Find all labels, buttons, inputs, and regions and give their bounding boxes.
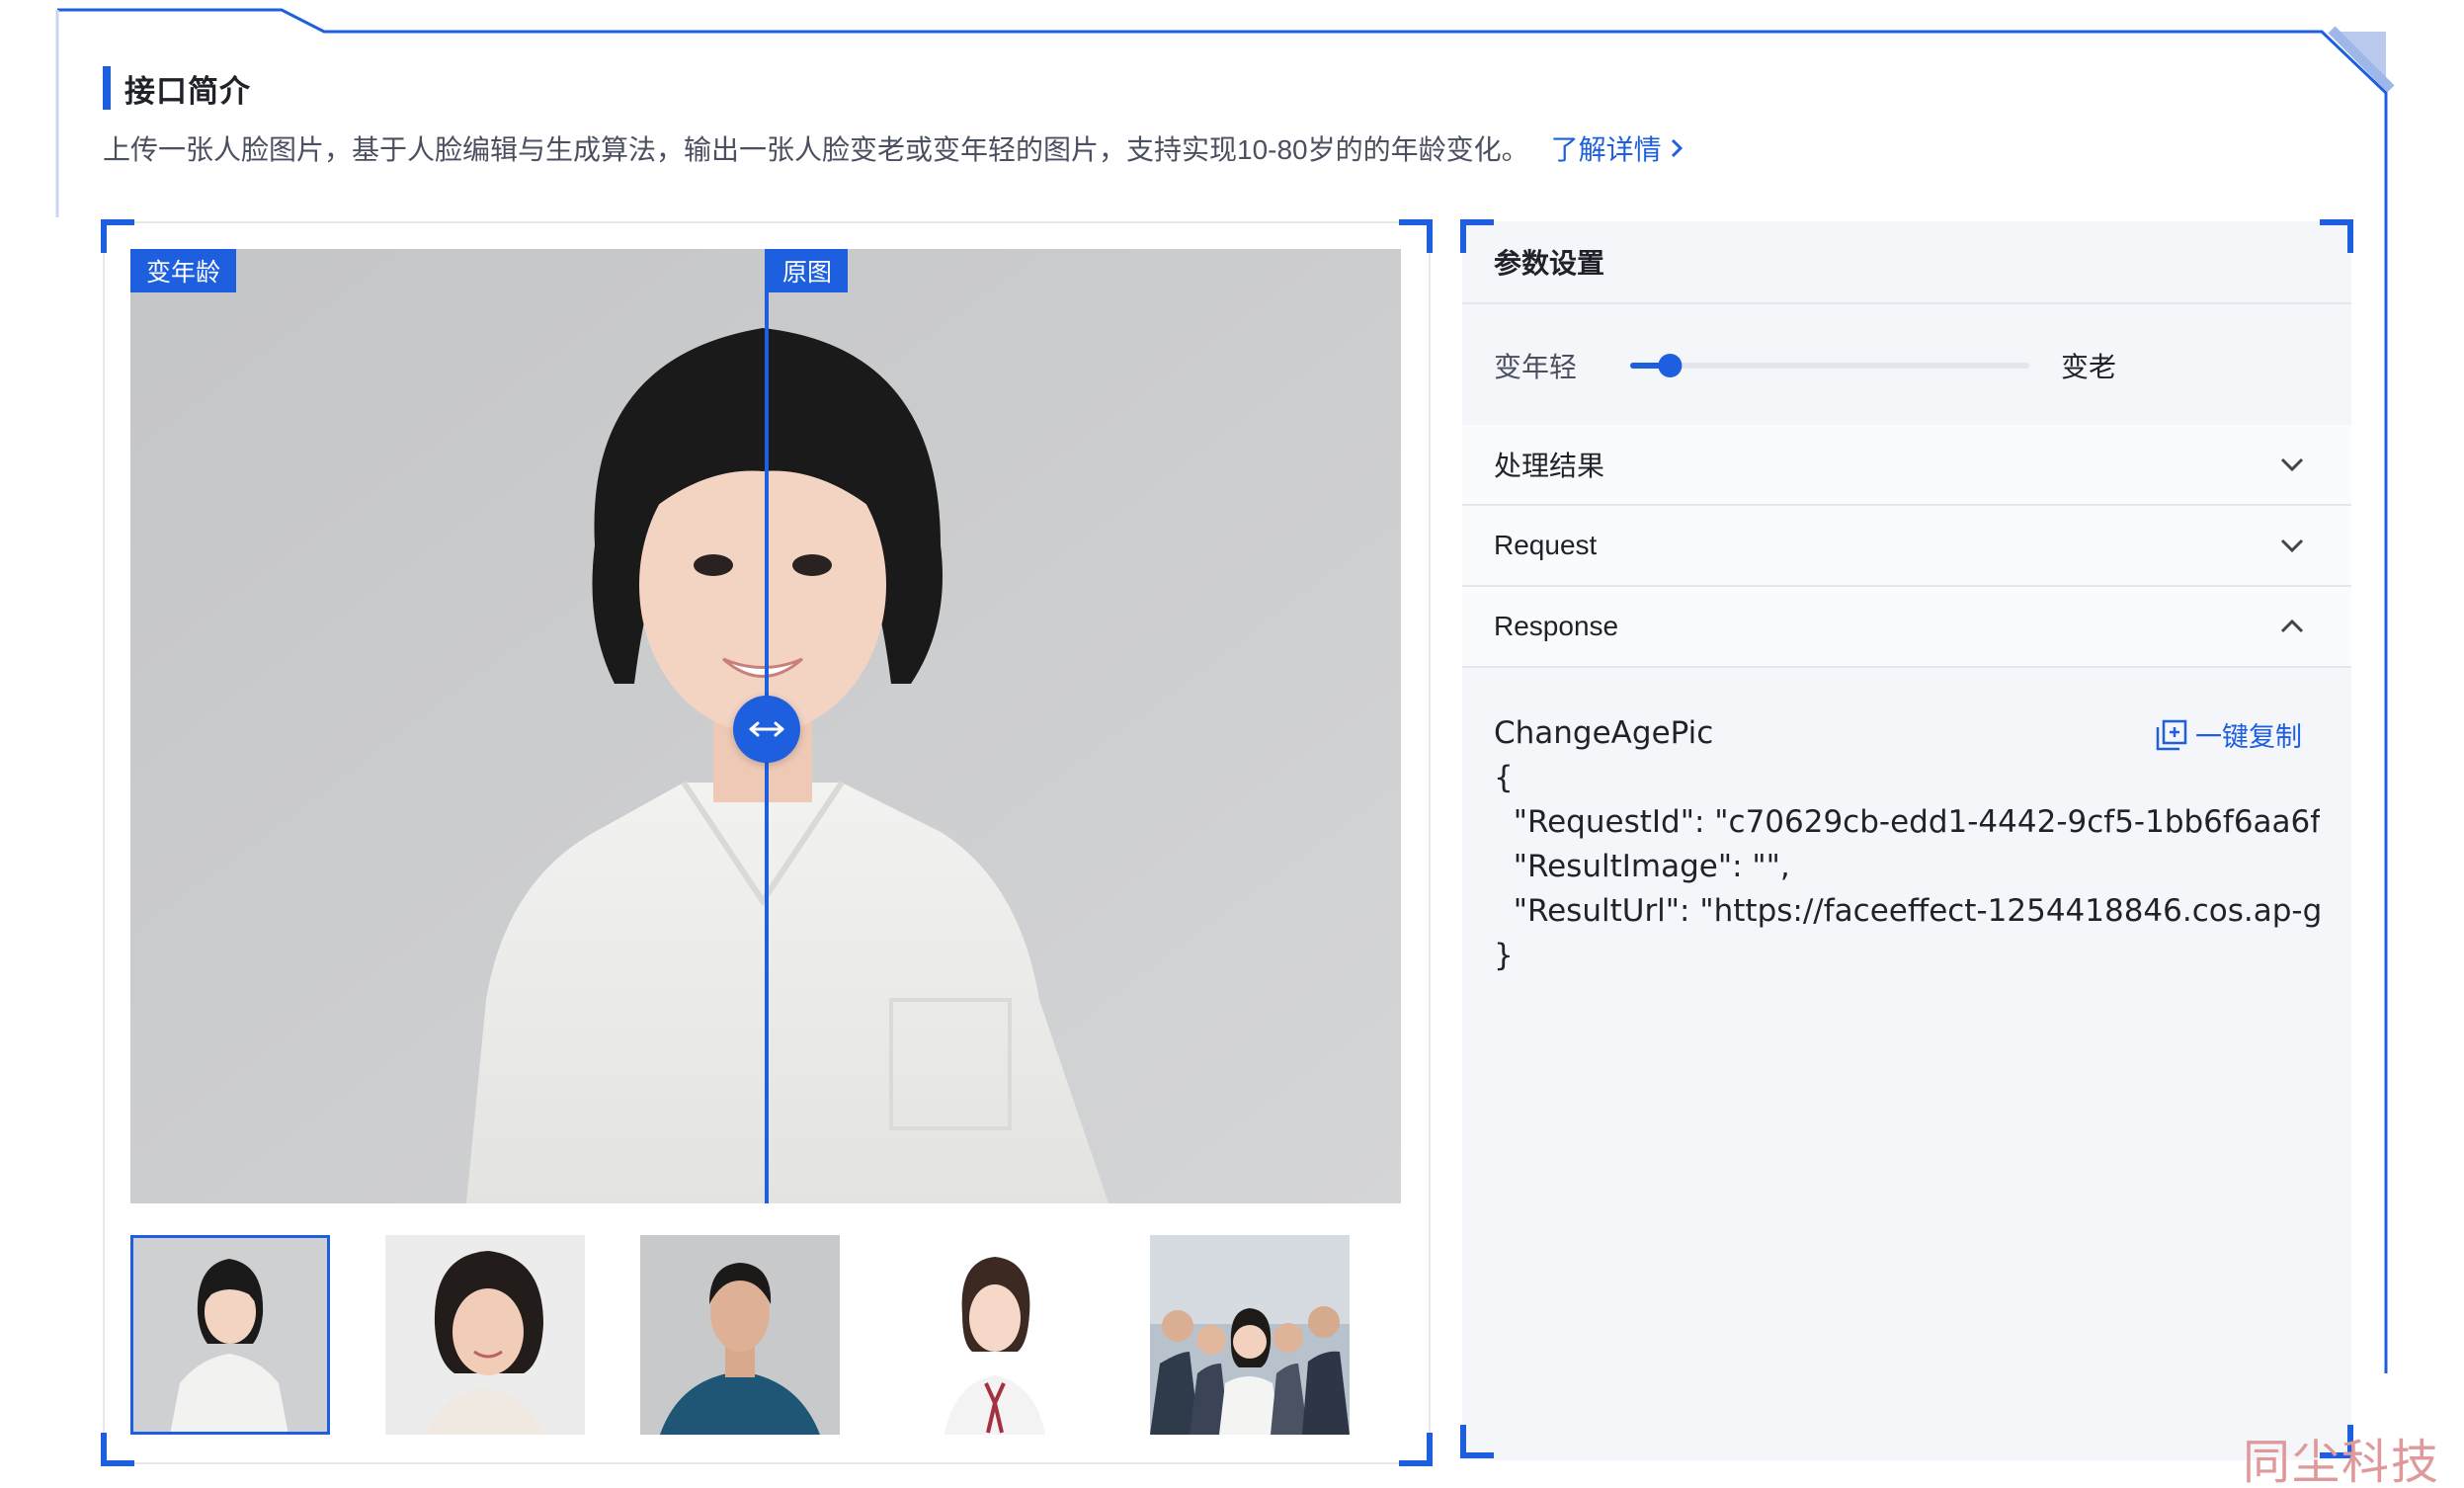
- code-line: }: [1494, 938, 1514, 973]
- page: 接口简介 上传一张人脸图片，基于人脸编辑与生成算法，输出一张人脸变老或变年轻的图…: [0, 0, 2464, 1488]
- chevron-down-icon: [2280, 538, 2304, 552]
- code-line: {: [1494, 760, 1514, 795]
- params-header: 参数设置: [1462, 221, 2351, 304]
- thumbnail-sample-3[interactable]: [640, 1235, 840, 1435]
- sample-portrait-image: [385, 1235, 585, 1435]
- thumbnail-sample-1[interactable]: [130, 1235, 330, 1435]
- code-line: "RequestId": "c70629cb-edd1-4442-9cf5-1b…: [1494, 804, 2320, 840]
- heading-accent-bar: [103, 66, 111, 110]
- corner-marker: [1399, 1433, 1433, 1466]
- sample-portrait-image: [130, 1235, 330, 1435]
- intro-description: 上传一张人脸图片，基于人脸编辑与生成算法，输出一张人脸变老或变年轻的图片，支持实…: [103, 128, 1684, 168]
- intro-description-text: 上传一张人脸图片，基于人脸编辑与生成算法，输出一张人脸变老或变年轻的图片，支持实…: [103, 134, 1529, 165]
- code-line: "ResultImage": "",: [1494, 849, 1790, 884]
- chevron-down-icon: [2280, 457, 2304, 471]
- compare-drag-handle[interactable]: [733, 696, 800, 763]
- thumbnail-sample-2[interactable]: [385, 1235, 585, 1435]
- code-line: "ResultUrl": "https://faceeffect-1254418…: [1494, 893, 2320, 929]
- age-changed-tag: 变年龄: [130, 249, 237, 292]
- corner-marker: [1460, 219, 1494, 253]
- original-tag: 原图: [767, 249, 849, 292]
- watermark: 同尘科技: [2243, 1435, 2441, 1488]
- corner-marker: [1460, 1425, 1494, 1458]
- params-title: 参数设置: [1494, 248, 1605, 279]
- result-section-title: 处理结果: [1494, 451, 1605, 481]
- slider-older-label: 变老: [2061, 352, 2117, 382]
- request-section-title: Request: [1494, 530, 1598, 560]
- response-section-title: Response: [1494, 611, 1619, 641]
- slider-younger-label: 变年轻: [1494, 352, 1578, 382]
- before-after-compare[interactable]: 变年龄 原图: [130, 249, 1401, 1203]
- chevron-up-icon: [2280, 620, 2304, 633]
- chevron-right-icon: [1671, 138, 1683, 158]
- intro-title: 接口简介: [124, 73, 251, 109]
- sample-group-image: [1150, 1235, 1350, 1435]
- sample-portrait-image: [640, 1235, 840, 1435]
- corner-marker: [101, 1433, 134, 1466]
- intro-heading: 接口简介: [103, 65, 251, 111]
- sample-portrait-image: [895, 1235, 1095, 1435]
- age-slider-row: 变年轻 变老: [1462, 306, 2351, 425]
- result-section-toggle[interactable]: 处理结果: [1462, 425, 2351, 506]
- corner-marker: [1399, 219, 1433, 253]
- settings-panel: 参数设置 变年轻 变老 处理结果 Request Response 一键复制 C…: [1462, 221, 2351, 1460]
- code-line: ChangeAgePic: [1494, 715, 1714, 751]
- learn-more-link[interactable]: 了解详情: [1551, 128, 1684, 168]
- slider-knob: [1658, 354, 1683, 377]
- response-code-block: ChangeAgePic { "RequestId": "c70629cb-ed…: [1494, 711, 2320, 978]
- corner-marker: [101, 219, 134, 253]
- corner-marker: [2320, 219, 2353, 253]
- arrows-horizontal-icon: [749, 721, 784, 737]
- thumbnail-sample-5[interactable]: [1150, 1235, 1350, 1435]
- request-section-toggle[interactable]: Request: [1462, 506, 2351, 587]
- age-slider[interactable]: [1628, 346, 2035, 385]
- response-section-toggle[interactable]: Response: [1462, 587, 2351, 668]
- thumbnail-sample-4[interactable]: [895, 1235, 1095, 1435]
- learn-more-label: 了解详情: [1550, 134, 1662, 165]
